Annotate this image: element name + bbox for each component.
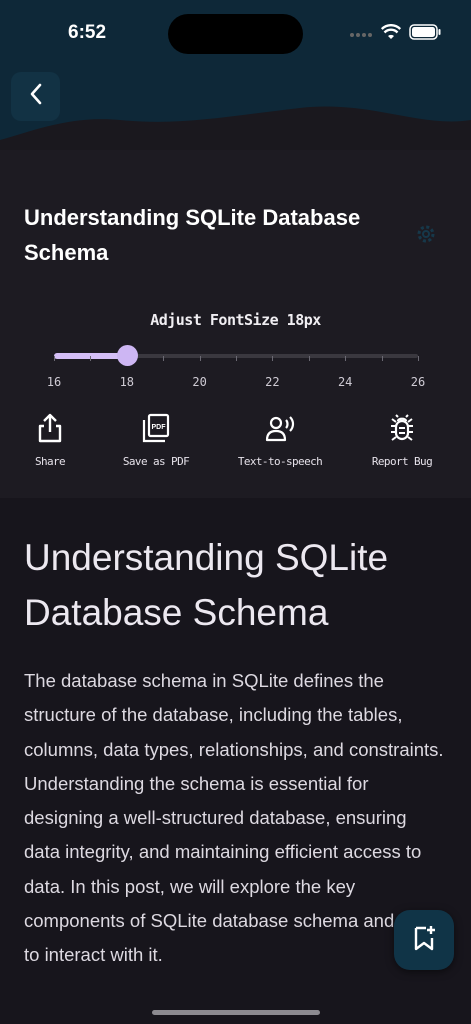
share-button[interactable]: Share bbox=[0, 412, 100, 468]
font-size-slider[interactable] bbox=[54, 345, 419, 367]
svg-text:PDF: PDF bbox=[152, 424, 167, 431]
article-heading: Understanding SQLite Database Schema bbox=[24, 537, 389, 633]
bookmark-button[interactable] bbox=[394, 910, 454, 970]
slider-tick-label: 26 bbox=[410, 375, 426, 389]
home-indicator bbox=[152, 1010, 320, 1015]
font-size-label: Adjust FontSize 18px bbox=[150, 311, 321, 329]
slider-tick bbox=[308, 356, 310, 361]
status-time: 6:52 bbox=[68, 22, 107, 43]
text-to-speech-label: Text-to-speech bbox=[237, 455, 323, 468]
dynamic-island bbox=[168, 14, 303, 54]
share-label: Share bbox=[34, 455, 66, 468]
slider-tick bbox=[199, 356, 201, 361]
speaker-icon bbox=[265, 412, 295, 449]
save-as-pdf-label: Save as PDF bbox=[122, 455, 190, 468]
status-icons bbox=[349, 24, 441, 45]
slider-tick-label: 22 bbox=[265, 375, 280, 389]
slider-tick-label: 24 bbox=[337, 375, 353, 389]
slider-tick bbox=[236, 356, 237, 361]
bug-icon bbox=[387, 412, 417, 449]
bookmark-add-icon bbox=[412, 924, 436, 957]
slider-tick bbox=[90, 356, 92, 361]
article-body: The database schema in SQLite defines th… bbox=[24, 670, 444, 966]
back-button[interactable] bbox=[11, 72, 60, 121]
signal-icon bbox=[349, 26, 373, 44]
report-bug-button[interactable]: Report Bug bbox=[352, 412, 452, 468]
slider-tick-labels: 16 18 20 22 24 26 bbox=[47, 375, 425, 391]
slider-tick-label: 16 bbox=[46, 375, 62, 389]
slider-tick-label: 18 bbox=[119, 375, 135, 389]
gear-icon[interactable] bbox=[414, 222, 438, 246]
wifi-icon bbox=[380, 24, 402, 45]
save-as-pdf-button[interactable]: PDF Save as PDF bbox=[106, 412, 206, 468]
slider-tick bbox=[163, 356, 165, 361]
slider-thumb[interactable] bbox=[116, 345, 138, 366]
slider-tick bbox=[54, 356, 55, 361]
slider-tick bbox=[418, 356, 419, 361]
share-icon bbox=[35, 412, 65, 449]
chevron-left-icon bbox=[28, 82, 44, 111]
slider-tick bbox=[345, 356, 347, 361]
slider-tick-label: 20 bbox=[192, 375, 207, 389]
report-bug-label: Report Bug bbox=[371, 455, 433, 468]
pdf-icon: PDF bbox=[141, 412, 171, 449]
slider-tick bbox=[272, 356, 274, 361]
text-to-speech-button[interactable]: Text-to-speech bbox=[230, 412, 330, 468]
battery-icon bbox=[409, 24, 441, 45]
slider-tick bbox=[381, 356, 383, 361]
post-title: Understanding SQLite Database Schema bbox=[24, 205, 361, 265]
